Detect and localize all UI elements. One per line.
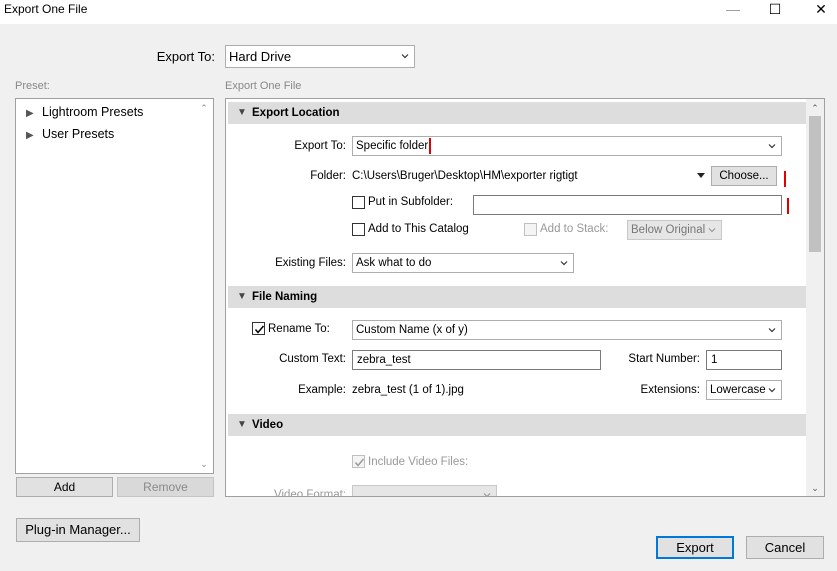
existing-files-value: Ask what to do — [356, 257, 432, 269]
remove-preset-button[interactable]: Remove — [117, 477, 214, 497]
collapse-arrow-icon[interactable]: ▼ — [237, 286, 247, 308]
example-value: zebra_test (1 of 1).jpg — [352, 384, 464, 396]
video-format-select[interactable] — [352, 485, 497, 496]
add-to-stack-checkbox[interactable] — [524, 223, 537, 236]
section-title: Video — [252, 419, 284, 431]
plugin-manager-button[interactable]: Plug-in Manager... — [16, 518, 140, 542]
start-number-label: Start Number: — [628, 353, 700, 365]
chevron-down-icon — [768, 144, 776, 149]
rename-checkbox[interactable] — [252, 322, 265, 335]
stack-position-select[interactable]: Below Original — [627, 220, 722, 240]
example-label: Example: — [298, 384, 346, 396]
maximize-button[interactable]: ☐ — [755, 0, 795, 20]
scroll-down-icon[interactable]: ⌄ — [806, 480, 824, 496]
location-export-to-label: Export To: — [294, 140, 346, 152]
preset-label: Preset: — [15, 80, 50, 92]
custom-text-label: Custom Text: — [279, 353, 346, 365]
scrollbar-thumb[interactable] — [809, 116, 821, 252]
include-video-checkbox[interactable] — [352, 455, 365, 468]
scroll-down-icon[interactable]: ⌄ — [197, 457, 211, 471]
location-export-to-value: Specific folder — [356, 140, 429, 152]
export-button[interactable]: Export — [656, 536, 734, 559]
add-preset-button[interactable]: Add — [16, 477, 113, 497]
add-to-catalog-checkbox[interactable] — [352, 223, 365, 236]
chevron-down-icon — [560, 261, 568, 266]
include-video-label: Include Video Files: — [368, 456, 469, 468]
video-format-label: Video Format: — [273, 489, 346, 497]
existing-files-label: Existing Files: — [275, 257, 346, 269]
chevron-down-icon — [708, 228, 716, 233]
scroll-up-icon[interactable]: ⌃ — [806, 100, 824, 116]
preset-item-label: Lightroom Presets — [42, 105, 144, 119]
checkmark-icon — [354, 458, 365, 467]
expand-arrow-icon[interactable]: ▶ — [26, 130, 42, 141]
main-panel-label: Export One File — [225, 80, 302, 92]
checkmark-icon — [254, 325, 265, 334]
extensions-value: Lowercase — [710, 384, 766, 396]
rename-label: Rename To: — [268, 323, 330, 335]
subfolder-label: Put in Subfolder: — [368, 196, 454, 208]
rename-template-value: Custom Name (x of y) — [356, 324, 468, 336]
minimize-button[interactable]: — — [713, 0, 753, 20]
section-header-file-naming[interactable]: ▼ File Naming — [228, 286, 806, 308]
choose-folder-button[interactable]: Choose... — [711, 166, 777, 186]
export-to-select[interactable]: Hard Drive — [225, 45, 415, 68]
window-title: Export One File — [4, 2, 88, 16]
add-to-stack-label: Add to Stack: — [540, 223, 609, 235]
existing-files-select[interactable]: Ask what to do — [352, 253, 574, 273]
folder-path: C:\Users\Bruger\Desktop\HM\exporter rigt… — [352, 170, 578, 182]
title-bar — [0, 0, 837, 24]
folder-dropdown-icon[interactable] — [697, 173, 705, 179]
stack-position-value: Below Original — [631, 224, 706, 236]
section-title: File Naming — [252, 291, 318, 303]
subfolder-checkbox[interactable] — [352, 196, 365, 209]
extensions-select[interactable]: Lowercase — [706, 380, 782, 400]
location-export-to-select[interactable]: Specific folder — [352, 136, 782, 156]
chevron-down-icon — [401, 54, 409, 59]
section-header-video[interactable]: ▼ Video — [228, 414, 806, 436]
preset-list[interactable]: ▶ Lightroom Presets ▶ User Presets ⌃ ⌄ — [15, 98, 214, 474]
export-settings-panel: ▼ Export Location Export To: Specific fo… — [225, 98, 825, 497]
scroll-up-icon[interactable]: ⌃ — [197, 101, 211, 115]
section-title: Export Location — [252, 107, 340, 119]
error-marker — [787, 198, 789, 214]
folder-label: Folder: — [310, 170, 346, 182]
expand-arrow-icon[interactable]: ▶ — [26, 108, 42, 119]
error-marker — [429, 138, 431, 154]
rename-template-select[interactable]: Custom Name (x of y) — [352, 320, 782, 340]
export-to-value: Hard Drive — [229, 49, 292, 64]
preset-user-presets[interactable]: ▶ User Presets — [26, 127, 114, 141]
preset-item-label: User Presets — [42, 127, 115, 141]
chevron-down-icon — [768, 388, 776, 393]
collapse-arrow-icon[interactable]: ▼ — [237, 102, 247, 124]
add-to-catalog-label: Add to This Catalog — [368, 223, 469, 235]
custom-text-input[interactable]: zebra_test — [352, 350, 601, 370]
export-to-label: Export To: — [156, 49, 215, 64]
preset-lightroom-presets[interactable]: ▶ Lightroom Presets — [26, 105, 143, 119]
collapse-arrow-icon[interactable]: ▼ — [237, 414, 247, 436]
subfolder-input[interactable] — [473, 195, 782, 215]
section-header-export-location[interactable]: ▼ Export Location — [228, 102, 806, 124]
extensions-label: Extensions: — [640, 384, 700, 396]
start-number-input[interactable]: 1 — [706, 350, 782, 370]
chevron-down-icon — [768, 328, 776, 333]
close-button[interactable]: ✕ — [801, 0, 837, 20]
chevron-down-icon — [483, 493, 491, 496]
error-marker — [784, 171, 786, 187]
cancel-button[interactable]: Cancel — [746, 536, 824, 559]
